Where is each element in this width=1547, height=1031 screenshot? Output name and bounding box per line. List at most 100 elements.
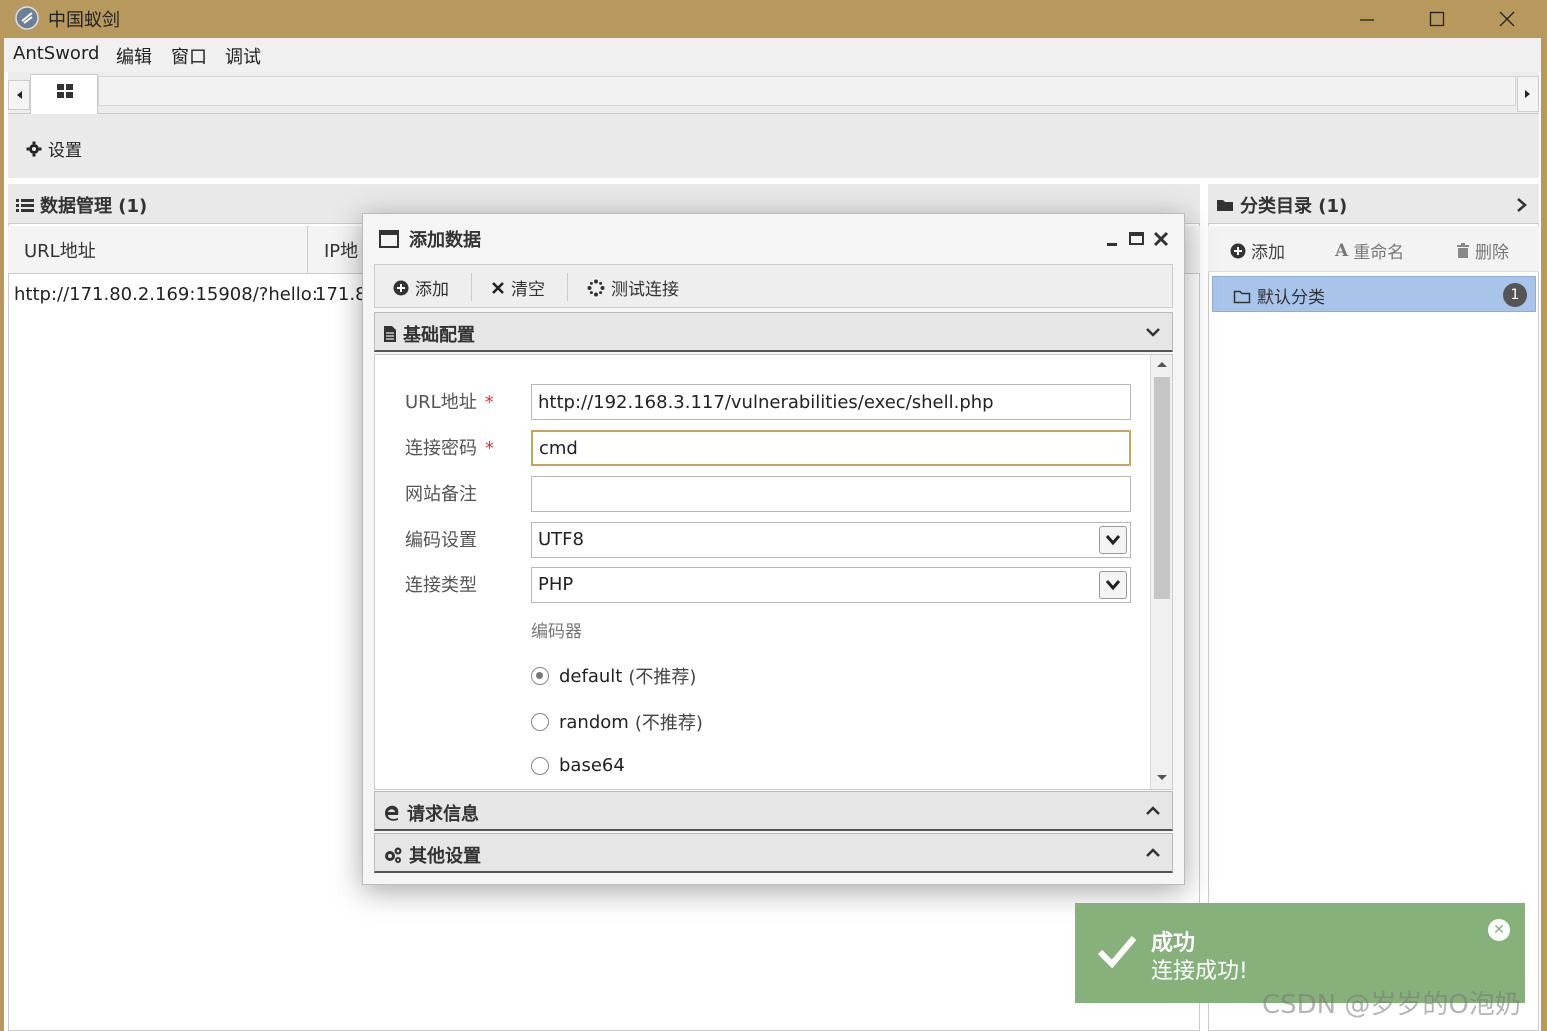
scroll-up-icon[interactable] — [1156, 359, 1168, 369]
font-icon: A — [1335, 240, 1349, 261]
edge-browser-icon — [385, 805, 399, 821]
basic-config-form: URL地址* 连接密码* 网站备注 编码设置 UTF8 连接类型 PHP 编码器… — [374, 354, 1173, 790]
tab-scroll-left-button[interactable] — [8, 80, 30, 110]
test-connection-button[interactable]: 测试连接 — [587, 275, 679, 300]
menu-debug[interactable]: 调试 — [225, 43, 261, 69]
caret-left-icon — [17, 91, 22, 99]
window-title: 中国蚁剑 — [48, 10, 120, 31]
trash-icon — [1457, 242, 1469, 258]
category-toolbar: 添加 A 重命名 删除 — [1208, 226, 1539, 272]
category-count-badge: 1 — [1503, 283, 1527, 307]
radio-random[interactable] — [531, 713, 549, 731]
menu-bar: AntSword 编辑 窗口 调试 — [4, 38, 1541, 72]
encoder-random-name: random — [559, 711, 629, 733]
column-header-url[interactable]: URL地址 — [8, 226, 308, 274]
folder-outline-icon — [1233, 290, 1251, 303]
settings-label: 设置 — [48, 141, 82, 161]
toast-close-icon[interactable]: ✕ — [1488, 919, 1510, 941]
folder-icon — [1217, 200, 1233, 211]
encoder-option-base64[interactable]: base64 — [531, 755, 625, 776]
encoding-dropdown-button[interactable] — [1099, 526, 1127, 554]
radio-base64[interactable] — [531, 756, 549, 775]
dialog-clear-button[interactable]: 清空 — [491, 275, 545, 300]
minimize-icon — [1360, 19, 1374, 21]
encoder-option-random[interactable]: random (不推荐) — [531, 709, 703, 735]
window-frame-right — [1541, 38, 1547, 1031]
encoding-label: 编码设置 — [405, 530, 477, 551]
spinner-icon — [587, 279, 605, 296]
connection-type-select[interactable]: PHP — [531, 567, 1131, 603]
maximize-icon — [1429, 11, 1445, 27]
grid-icon — [57, 84, 73, 98]
section-other-settings[interactable]: 其他设置 — [374, 833, 1173, 873]
encoding-select[interactable]: UTF8 — [531, 522, 1131, 558]
dialog-clear-label: 清空 — [511, 280, 545, 300]
dialog-close-icon[interactable] — [1152, 230, 1170, 248]
category-item-default[interactable]: 默认分类 1 — [1212, 276, 1536, 312]
form-scrollbar[interactable] — [1150, 355, 1172, 789]
url-label: URL地址 * — [405, 392, 494, 413]
section-request-title: 请求信息 — [407, 804, 479, 825]
encoder-random-hint: (不推荐) — [634, 713, 703, 734]
row-ip-cell[interactable]: 171.8 — [315, 284, 367, 305]
category-delete-button[interactable]: 删除 — [1456, 238, 1509, 263]
dialog-maximize-icon[interactable] — [1128, 230, 1146, 248]
category-add-button[interactable]: 添加 — [1230, 238, 1285, 263]
row-url-cell[interactable]: http://171.80.2.169:15908/?hello: — [14, 284, 318, 305]
chevron-up-icon — [1146, 806, 1160, 815]
encoder-default-hint: (不推荐) — [628, 667, 697, 688]
chevron-down-icon — [1146, 328, 1160, 337]
toolbar-divider — [567, 273, 568, 301]
chevron-right-icon[interactable] — [1514, 196, 1530, 214]
encoder-default-name: default — [559, 665, 623, 687]
menu-window[interactable]: 窗口 — [171, 43, 207, 69]
encoder-label: 编码器 — [531, 622, 582, 642]
radio-default[interactable] — [531, 667, 549, 685]
category-title: 分类目录 (1) — [1240, 196, 1348, 217]
category-rename-button[interactable]: A 重命名 — [1335, 238, 1405, 264]
section-request-info[interactable]: 请求信息 — [374, 791, 1173, 831]
window-titlebar: 中国蚁剑 — [0, 0, 1547, 38]
dialog-title: 添加数据 — [409, 230, 481, 251]
menu-antsword[interactable]: AntSword — [13, 43, 99, 64]
tab-home[interactable] — [30, 74, 98, 114]
watermark: CSDN @岁岁的O泡奶 — [1262, 990, 1521, 1020]
close-window-button[interactable] — [1472, 0, 1542, 38]
category-item-label: 默认分类 — [1257, 288, 1325, 308]
scroll-thumb[interactable] — [1154, 377, 1170, 599]
gear-icon — [26, 141, 42, 156]
section-other-title: 其他设置 — [409, 846, 481, 867]
tab-scroll-right-button[interactable] — [1517, 76, 1539, 112]
scroll-down-icon[interactable] — [1156, 773, 1168, 783]
plus-circle-icon — [1230, 243, 1246, 258]
connection-type-dropdown-button[interactable] — [1099, 571, 1127, 599]
category-add-label: 添加 — [1251, 243, 1285, 263]
dialog-add-button[interactable]: 添加 — [393, 275, 449, 300]
section-basic-config[interactable]: 基础配置 — [374, 312, 1173, 352]
url-input[interactable] — [531, 384, 1131, 420]
chevron-down-icon — [1105, 535, 1121, 546]
connection-type-label: 连接类型 — [405, 575, 477, 596]
encoder-option-default[interactable]: default (不推荐) — [531, 663, 696, 689]
plus-circle-icon — [393, 280, 409, 295]
list-icon — [16, 199, 34, 212]
note-input[interactable] — [531, 476, 1131, 512]
minimize-button[interactable] — [1332, 0, 1402, 38]
main-toolbar: 设置 — [8, 114, 1539, 178]
checkmark-icon — [1097, 936, 1137, 969]
category-header: 分类目录 (1) — [1208, 184, 1539, 224]
gears-icon — [385, 847, 402, 863]
category-rename-label: 重命名 — [1353, 243, 1405, 263]
menu-edit[interactable]: 编辑 — [116, 43, 152, 69]
x-icon — [492, 281, 504, 294]
category-delete-label: 删除 — [1475, 243, 1509, 263]
dialog-titlebar[interactable]: 添加数据 — [363, 214, 1184, 262]
toolbar-divider — [471, 273, 472, 301]
settings-button[interactable]: 设置 — [26, 136, 82, 161]
toast-message: 连接成功! — [1151, 959, 1248, 984]
maximize-button[interactable] — [1402, 0, 1472, 38]
password-input[interactable] — [531, 430, 1131, 466]
tab-bar-track — [98, 76, 1516, 106]
section-basic-title: 基础配置 — [403, 325, 475, 346]
dialog-minimize-icon[interactable] — [1104, 230, 1122, 248]
